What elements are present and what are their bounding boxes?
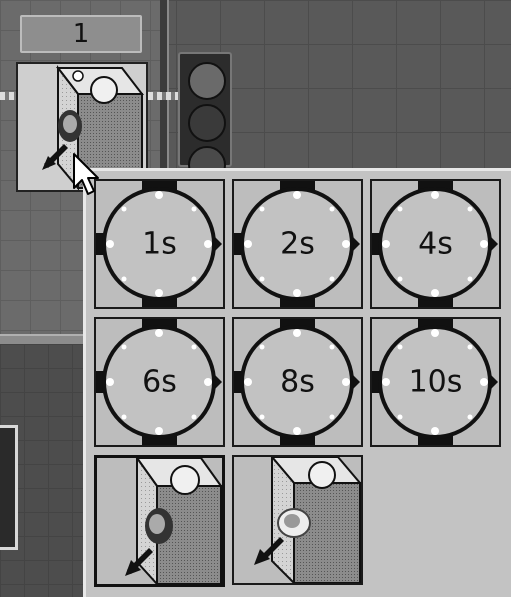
sensor-block-option[interactable] [94,455,225,587]
component-popup-menu: 1s 2s 4s 6s 8s 10s [83,168,511,597]
clock-icon [372,181,498,307]
panel-divider-vertical [160,0,169,175]
clock-icon [96,181,222,307]
wire-right [148,92,178,100]
timer-1s-button[interactable]: 1s [94,179,225,309]
traffic-light-middle-lamp [188,104,226,142]
timer-8s-button[interactable]: 8s [232,317,363,447]
timer-10s-button[interactable]: 10s [370,317,501,447]
panel-divider-horizontal [0,334,85,344]
timer-4s-button[interactable]: 4s [370,179,501,309]
wire-left [0,92,16,100]
traffic-light-top-lamp [188,62,226,100]
clock-icon [372,319,498,445]
clock-icon [234,181,360,307]
emitter-block-option[interactable] [232,455,363,585]
traffic-light[interactable] [178,52,232,184]
clock-icon [96,319,222,445]
counter-label: 1 [20,15,142,53]
timer-2s-button[interactable]: 2s [232,179,363,309]
mouse-cursor-icon [73,153,99,195]
side-panel-edge [0,425,18,550]
emitter-block-icon [254,457,361,583]
clock-icon [234,319,360,445]
counter-value: 1 [72,19,90,49]
timer-6s-button[interactable]: 6s [94,317,225,447]
sensor-block-icon [125,458,222,584]
